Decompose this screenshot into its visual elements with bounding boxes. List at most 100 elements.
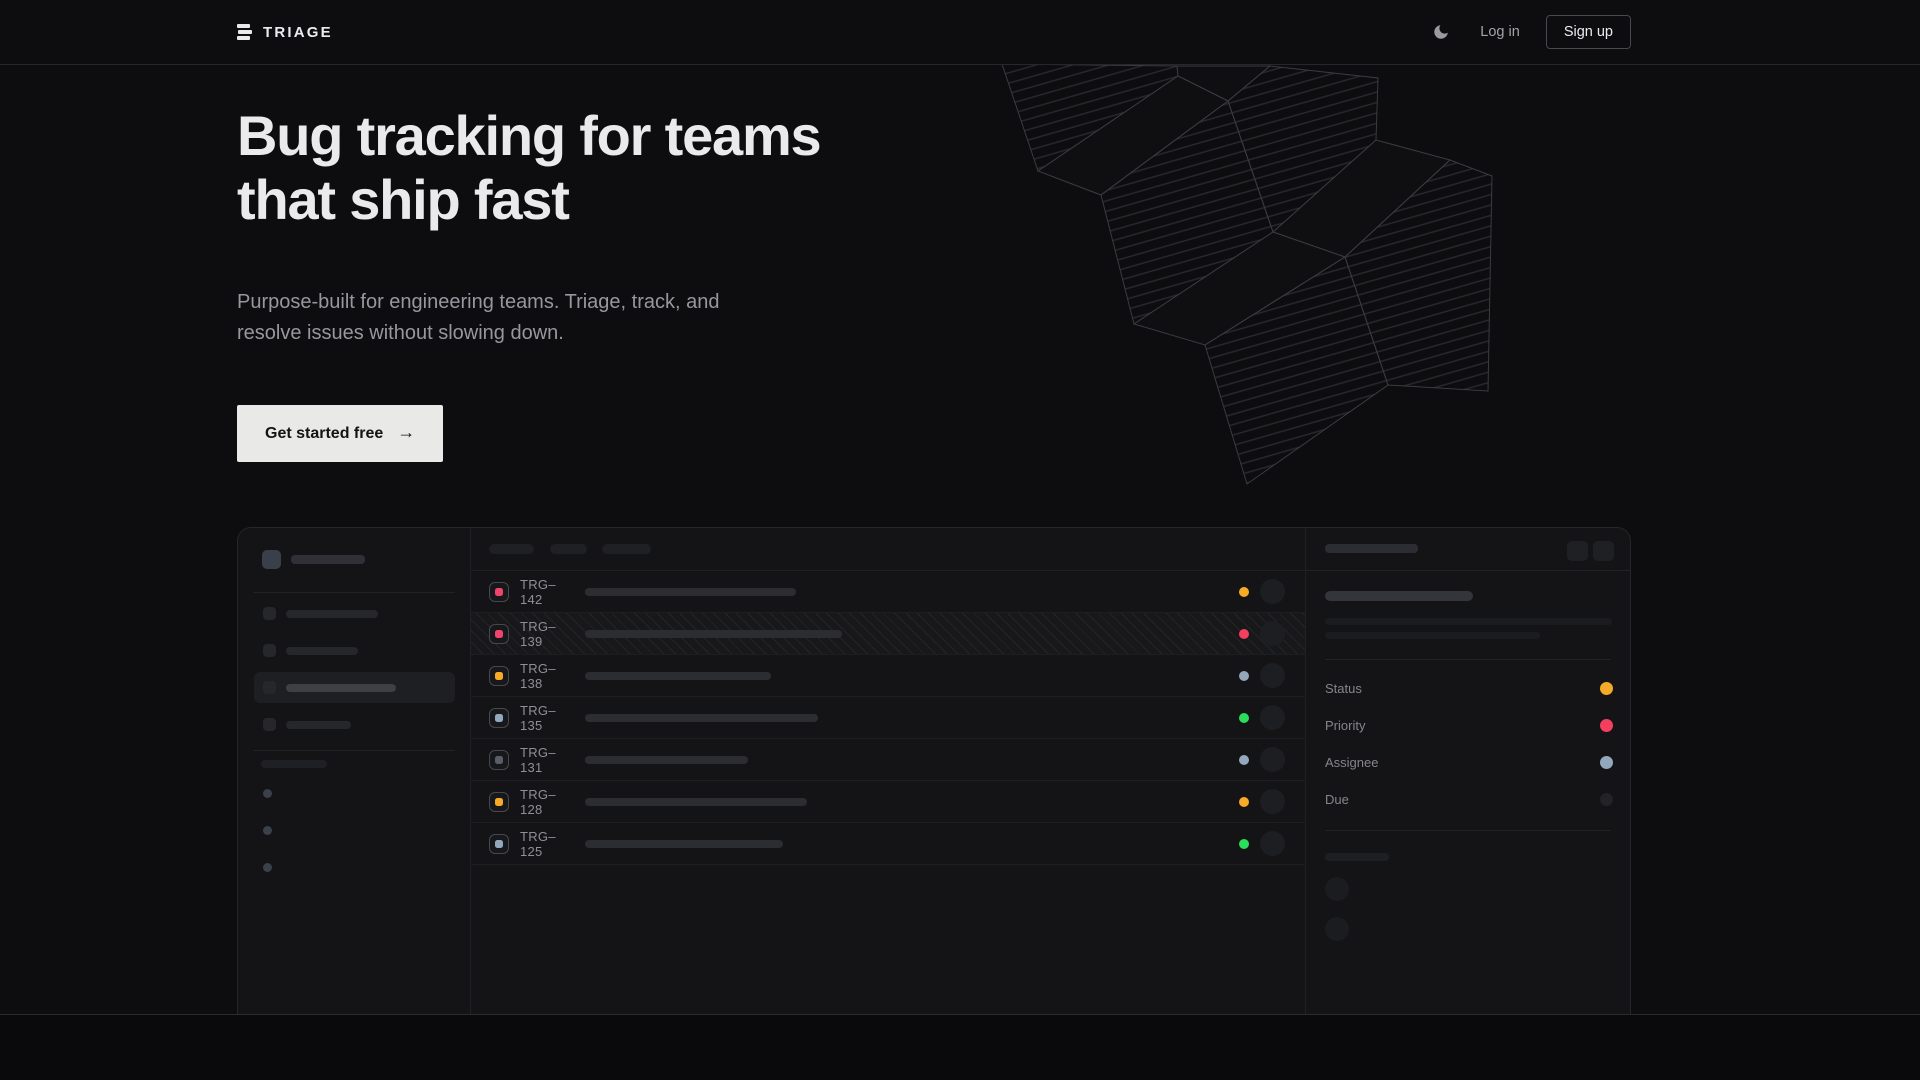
issue-meta — [1239, 663, 1285, 688]
assignee-avatar — [1260, 747, 1285, 772]
preview-detail-panel: Status Priority Assignee Due — [1305, 528, 1630, 1014]
issue-id: TRG–139 — [520, 619, 577, 649]
issue-row[interactable]: TRG–142 — [471, 571, 1305, 613]
issue-row[interactable]: TRG–139 — [471, 613, 1305, 655]
nav-item-icon — [263, 681, 276, 694]
brand[interactable]: TRIAGE — [237, 24, 333, 41]
get-started-button[interactable]: Get started free → — [237, 405, 443, 462]
hero-subtext: Purpose-built for engineering teams. Tri… — [237, 287, 719, 349]
activity-label-placeholder — [1325, 853, 1389, 861]
issue-description-placeholder — [1325, 632, 1540, 639]
get-started-label: Get started free — [265, 425, 383, 443]
sidebar-section-label-placeholder — [261, 760, 327, 768]
workspace-name-placeholder — [291, 555, 365, 564]
issue-type-icon — [489, 582, 509, 602]
assignee-avatar — [1260, 705, 1285, 730]
issue-id: TRG–138 — [520, 661, 577, 691]
sidebar-divider — [253, 750, 455, 751]
issue-row[interactable]: TRG–138 — [471, 655, 1305, 697]
workspace-avatar[interactable] — [262, 550, 281, 569]
issue-rows: TRG–142 TRG–139 TRG–138 TRG–135 — [471, 571, 1305, 865]
panel-divider — [1325, 830, 1611, 831]
status-dot — [1239, 755, 1249, 765]
issue-row[interactable]: TRG–125 — [471, 823, 1305, 865]
issue-title-placeholder — [585, 630, 842, 638]
sidebar-footer-dot — [263, 863, 272, 872]
property-value-dot — [1600, 719, 1613, 732]
hero-heading: Bug tracking for teams that ship fast — [237, 104, 821, 232]
property-row[interactable]: Assignee — [1325, 755, 1613, 769]
issue-meta — [1239, 831, 1285, 856]
hero-subtext-line1: Purpose-built for engineering teams. Tri… — [237, 291, 719, 313]
footer — [0, 1014, 1920, 1080]
panel-header-placeholder — [1325, 544, 1418, 553]
issue-type-icon — [489, 750, 509, 770]
panel-divider — [1306, 570, 1630, 571]
issue-type-icon — [489, 708, 509, 728]
issue-id: TRG–131 — [520, 745, 577, 775]
navbar: TRIAGE Log in Sign up — [0, 0, 1920, 65]
login-link[interactable]: Log in — [1480, 24, 1520, 40]
property-row[interactable]: Due — [1325, 792, 1613, 806]
activity-avatar — [1325, 917, 1349, 941]
preview-issue-list: TRG–142 TRG–139 TRG–138 TRG–135 — [471, 528, 1305, 1014]
property-row[interactable]: Status — [1325, 681, 1613, 695]
issue-title-placeholder — [585, 714, 818, 722]
status-dot — [1239, 839, 1249, 849]
issue-title-placeholder — [1325, 591, 1473, 601]
property-value-dot — [1600, 793, 1613, 806]
issue-title-placeholder — [585, 588, 796, 596]
panel-action-button[interactable] — [1567, 541, 1588, 561]
issue-type-icon — [489, 834, 509, 854]
app-preview-card: TRG–142 TRG–139 TRG–138 TRG–135 — [237, 527, 1631, 1014]
status-dot — [1239, 629, 1249, 639]
issue-meta — [1239, 747, 1285, 772]
issue-row[interactable]: TRG–135 — [471, 697, 1305, 739]
nav-item-label-placeholder — [286, 610, 378, 618]
nav-item-label-placeholder — [286, 647, 358, 655]
activity-avatar — [1325, 877, 1349, 901]
issue-title-placeholder — [585, 840, 783, 848]
nav-item-icon — [263, 718, 276, 731]
issue-id: TRG–125 — [520, 829, 577, 859]
assignee-avatar — [1260, 831, 1285, 856]
landing-page: TRIAGE Log in Sign up Bug tracking for t… — [0, 0, 1920, 1080]
brand-name: TRIAGE — [263, 24, 333, 41]
signup-button[interactable]: Sign up — [1546, 15, 1631, 49]
issue-type-icon — [489, 666, 509, 686]
sidebar-nav-item[interactable] — [254, 672, 455, 703]
theme-toggle-button[interactable] — [1428, 19, 1454, 45]
issue-row[interactable]: TRG–128 — [471, 781, 1305, 823]
sidebar-nav-item[interactable] — [254, 635, 455, 666]
toolbar-filter-placeholder[interactable] — [602, 544, 651, 554]
status-dot — [1239, 587, 1249, 597]
panel-action-button[interactable] — [1593, 541, 1614, 561]
panel-divider — [1325, 659, 1611, 660]
toolbar-filter-placeholder[interactable] — [489, 544, 534, 554]
status-dot — [1239, 713, 1249, 723]
sidebar-nav-item[interactable] — [254, 709, 455, 740]
issue-type-icon — [489, 792, 509, 812]
brand-logo-icon — [237, 24, 252, 40]
issue-type-icon — [489, 624, 509, 644]
nav-item-icon — [263, 607, 276, 620]
issue-row[interactable]: TRG–131 — [471, 739, 1305, 781]
sidebar-divider — [253, 592, 455, 593]
preview-sidebar — [238, 528, 471, 1014]
preview-toolbar — [471, 528, 1305, 571]
issue-id: TRG–142 — [520, 577, 577, 607]
arrow-right-icon: → — [397, 422, 415, 443]
issue-description-placeholder — [1325, 618, 1612, 625]
property-row[interactable]: Priority — [1325, 718, 1613, 732]
status-dot — [1239, 797, 1249, 807]
nav-item-label-placeholder — [286, 721, 351, 729]
toolbar-filter-placeholder[interactable] — [550, 544, 587, 554]
assignee-avatar — [1260, 663, 1285, 688]
sidebar-footer-dot — [263, 826, 272, 835]
sidebar-nav-item[interactable] — [254, 598, 455, 629]
assignee-avatar — [1260, 621, 1285, 646]
property-value-dot — [1600, 682, 1613, 695]
issue-title-placeholder — [585, 672, 771, 680]
assignee-avatar — [1260, 789, 1285, 814]
property-label: Due — [1325, 792, 1349, 807]
